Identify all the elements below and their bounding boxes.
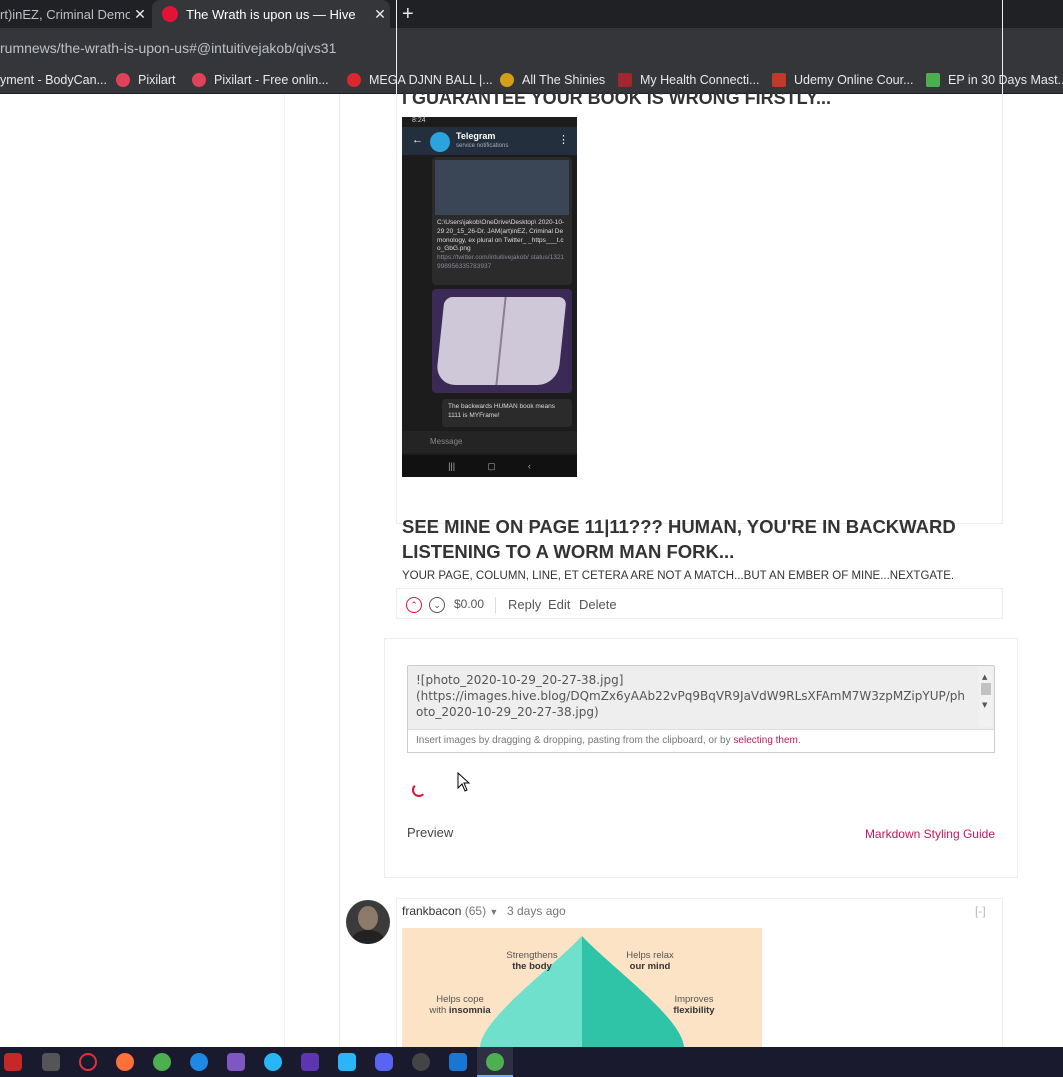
taskbar-app-icon[interactable]	[301, 1053, 319, 1071]
open-book-photo	[435, 297, 567, 385]
url-field[interactable]: rumnews/the-wrath-is-upon-us#@intuitivej…	[0, 40, 336, 56]
chrome-icon[interactable]	[486, 1053, 504, 1071]
telegram-screenshot-image: 8:24 ← Telegram service notifications ⋮ …	[402, 117, 577, 477]
comment-timestamp[interactable]: 3 days ago	[507, 904, 566, 918]
android-nav-bar: ||| ▢ ‹	[402, 455, 577, 477]
taskbar-app-icon[interactable]	[42, 1053, 60, 1071]
benefit-label: Helps cope with insomnia	[429, 994, 491, 1016]
tab-wrath-hive[interactable]: The Wrath is upon us — Hive ✕	[152, 0, 390, 28]
textarea-scrollbar[interactable]: ▲ ▼	[979, 667, 993, 727]
divider	[495, 597, 496, 613]
book-photo-message	[432, 289, 572, 393]
edge-icon[interactable]	[190, 1053, 208, 1071]
reply-textarea[interactable]: ![photo_2020-10-29_20-27-38.jpg] (https:…	[407, 665, 995, 729]
firefox-icon[interactable]	[116, 1053, 134, 1071]
telegram-icon[interactable]	[264, 1053, 282, 1071]
author-reputation: (65)	[464, 904, 487, 918]
chat-subtitle: service notifications	[456, 143, 509, 149]
yoga-benefits-image: Strengthens the body Helps relax our mind …	[402, 928, 762, 1047]
chrome-icon[interactable]	[153, 1053, 171, 1071]
comment-author[interactable]: frankbacon (65) ▼	[402, 904, 498, 918]
leaf-shape	[480, 936, 684, 1047]
taskbar-app-icon[interactable]	[412, 1053, 430, 1071]
caption-message: The backwards HUMAN book means 1111 is M…	[442, 399, 572, 427]
edit-link[interactable]: Edit	[548, 597, 570, 612]
loading-spinner-icon	[412, 783, 426, 797]
message-placeholder: Message	[430, 437, 463, 446]
upvote-icon[interactable]: ⌃	[406, 597, 422, 613]
tab-criminal-demonology[interactable]: rt)inEZ, Criminal Demon ✕	[0, 0, 150, 28]
comment-heading-cut: I GUARANTEE YOUR BOOK IS WRONG FIRSTLY..…	[402, 88, 832, 108]
opera-icon[interactable]	[79, 1053, 97, 1071]
screenshot-thumbnail	[435, 160, 569, 215]
message-input-bar: Message	[402, 431, 577, 453]
close-icon[interactable]: ✕	[370, 6, 390, 23]
file-path-text: C:\Users\jakob\OneDrive\Desktop\ 2020-10…	[437, 219, 565, 253]
avatar[interactable]	[346, 900, 390, 944]
taskbar-app-icon[interactable]	[449, 1053, 467, 1071]
comment-heading: SEE MINE ON PAGE 11|11??? HUMAN, YOU'RE …	[402, 516, 956, 562]
chevron-down-icon[interactable]: ▼	[489, 907, 498, 917]
telegram-avatar	[430, 132, 450, 152]
scroll-thumb[interactable]	[981, 683, 991, 695]
taskbar-app-icon[interactable]	[227, 1053, 245, 1071]
scroll-down-icon[interactable]: ▼	[982, 697, 987, 713]
delete-link[interactable]: Delete	[579, 597, 617, 612]
taskbar	[0, 1047, 1063, 1077]
preview-label: Preview	[407, 825, 454, 840]
collapse-toggle[interactable]: [-]	[975, 904, 986, 918]
bookmark-pixilart[interactable]: Pixilart	[116, 73, 176, 87]
phone-status-time: 8:24	[412, 117, 426, 124]
benefit-label: Strengthens the body	[506, 950, 558, 972]
bookmark-pixilart-free[interactable]: Pixilart - Free onlin...	[192, 73, 329, 87]
reply-editor-panel: ![photo_2020-10-29_20-27-38.jpg] (https:…	[384, 638, 1018, 878]
divider	[284, 94, 285, 1047]
discord-icon[interactable]	[375, 1053, 393, 1071]
markdown-guide-link[interactable]: Markdown Styling Guide	[865, 827, 995, 841]
close-icon[interactable]: ✕	[130, 6, 150, 23]
select-images-link[interactable]: selecting them	[733, 735, 797, 746]
home-icon: ▢	[487, 460, 496, 471]
author-name[interactable]: frankbacon	[402, 904, 461, 918]
bookmark-bodycan[interactable]: yment - BodyCan...	[0, 73, 107, 87]
recents-icon: |||	[448, 461, 456, 471]
reply-link[interactable]: Reply	[508, 597, 541, 612]
mega-icon	[347, 73, 361, 87]
tab-title: rt)inEZ, Criminal Demon	[0, 6, 130, 22]
more-menu-icon: ⋮	[558, 134, 569, 146]
telegram-header: ← Telegram service notifications ⋮	[402, 127, 577, 155]
telegram-icon[interactable]	[338, 1053, 356, 1071]
file-message: C:\Users\jakob\OneDrive\Desktop\ 2020-10…	[432, 157, 572, 285]
comment-subline: YOUR PAGE, COLUMN, LINE, ET CETERA ARE N…	[402, 570, 955, 582]
link-text: https://twitter.com/intuitivejakob/ stat…	[437, 254, 565, 270]
downvote-icon[interactable]: ⌄	[429, 597, 445, 613]
reply-textarea-value: ![photo_2020-10-29_20-27-38.jpg] (https:…	[416, 673, 965, 719]
hive-logo-icon	[162, 6, 178, 22]
heart-icon	[116, 73, 130, 87]
comment-actions: ⌃ ⌄ $0.00 Reply Edit Delete	[396, 588, 1003, 619]
heart-icon	[192, 73, 206, 87]
chat-name: Telegram	[456, 131, 496, 141]
tab-title: The Wrath is upon us — Hive	[186, 6, 356, 22]
divider	[339, 94, 340, 1047]
back-arrow-icon: ←	[412, 134, 423, 146]
benefit-label: Improves flexibility	[673, 994, 715, 1016]
payout-amount[interactable]: $0.00	[454, 597, 484, 611]
benefit-label: Helps relax our mind	[626, 950, 674, 972]
taskbar-app-icon[interactable]	[4, 1053, 22, 1071]
back-icon: ‹	[527, 461, 531, 471]
image-drop-hint: Insert images by dragging & dropping, pa…	[407, 729, 995, 753]
